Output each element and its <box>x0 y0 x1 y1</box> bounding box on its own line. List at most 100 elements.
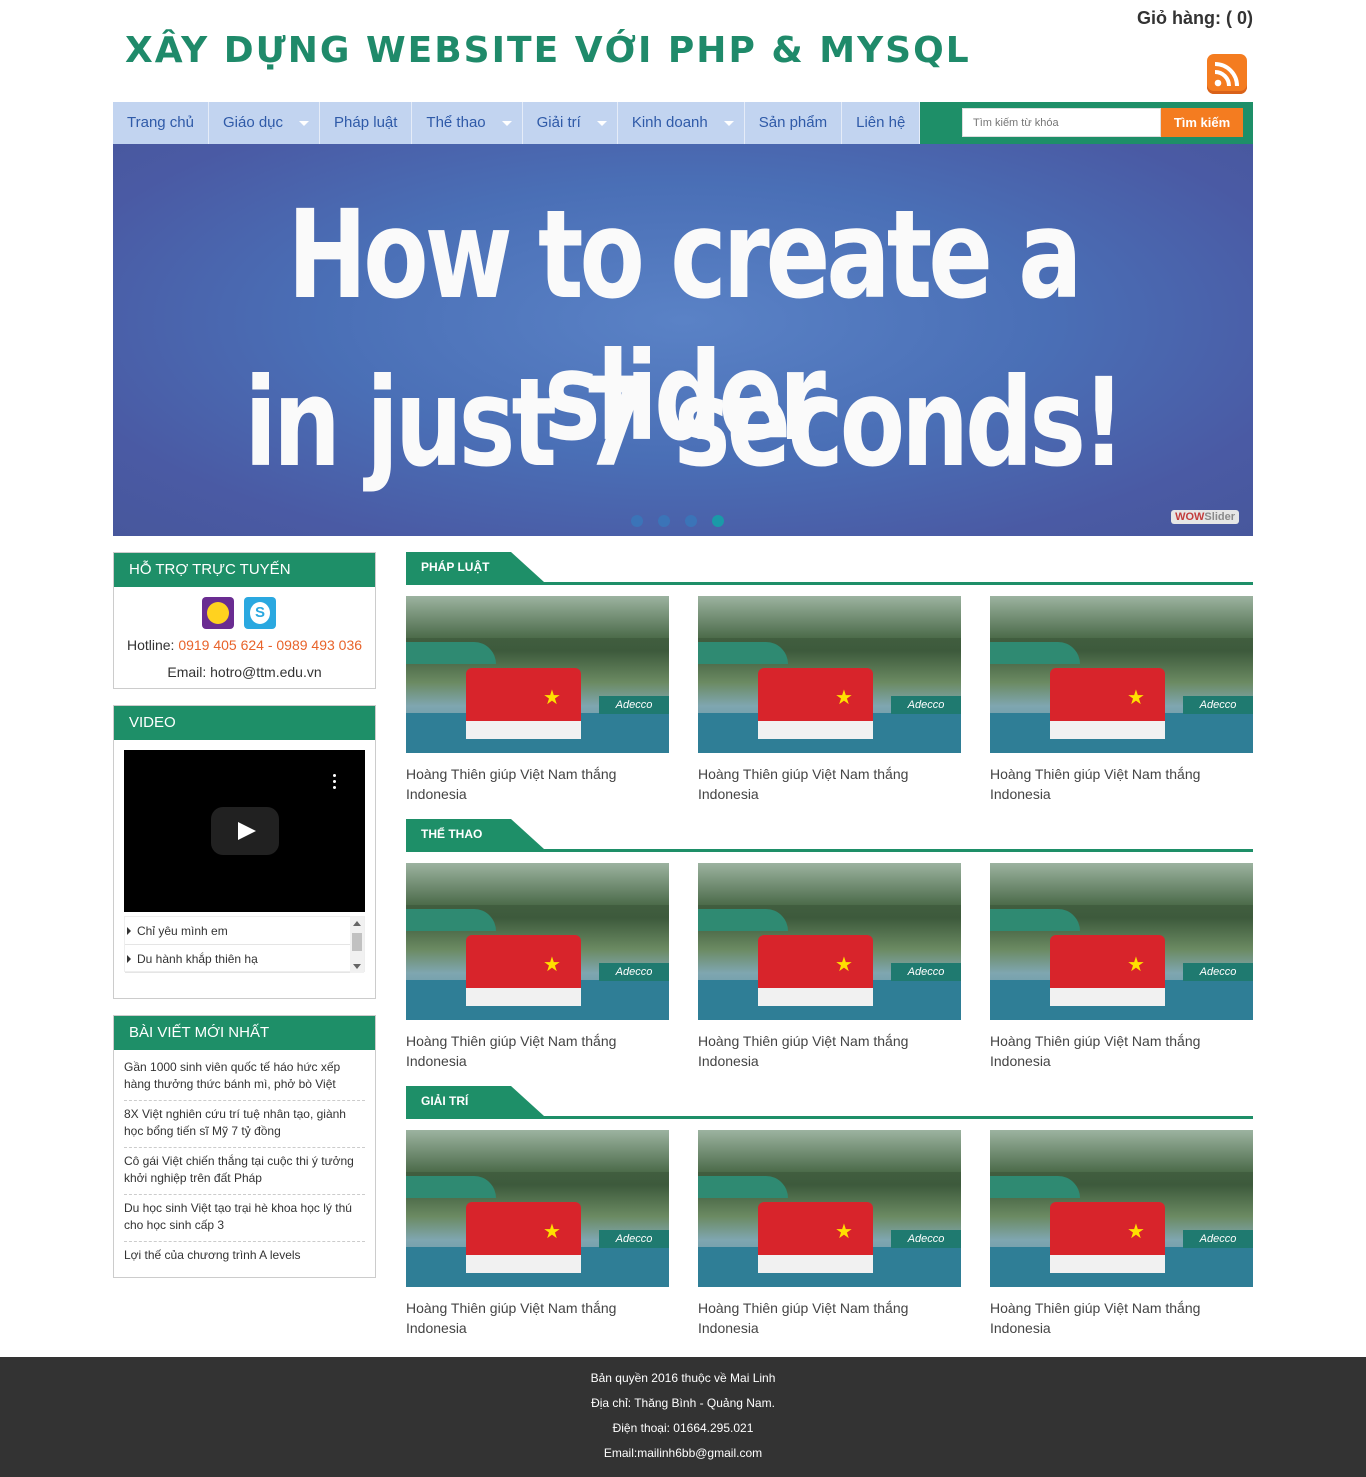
article-thumbnail[interactable]: Adecco <box>698 1130 961 1287</box>
search-input[interactable] <box>962 108 1161 137</box>
section-header: THỂ THAO <box>406 819 1253 852</box>
article-title[interactable]: Hoàng Thiên giúp Việt Nam thắng Indonesi… <box>698 1298 961 1338</box>
card-row: Adecco Hoàng Thiên giúp Việt Nam thắng In… <box>406 1130 1253 1338</box>
nav-item-label: Trang chủ <box>127 114 194 131</box>
main-column: PHÁP LUẬT Adecco Hoàng Thiên giúp Việt Nam… <box>406 552 1253 1353</box>
thumbnail-banner: Adecco <box>599 963 669 981</box>
article-title[interactable]: Hoàng Thiên giúp Việt Nam thắng Indonesi… <box>406 1298 669 1338</box>
rss-icon[interactable] <box>1207 54 1247 94</box>
article-thumbnail[interactable]: Adecco <box>406 863 669 1020</box>
scroll-up-icon[interactable] <box>353 921 361 926</box>
flag-icon <box>820 1216 868 1250</box>
flag-icon <box>1112 682 1160 716</box>
play-icon[interactable] <box>211 807 279 855</box>
news-link[interactable]: Cô gái Việt chiến thắng tại cuộc thi ý t… <box>124 1148 365 1195</box>
section-title[interactable]: PHÁP LUẬT <box>406 552 544 582</box>
chevron-down-icon <box>299 121 310 126</box>
video-title: VIDEO <box>114 706 375 740</box>
article-title[interactable]: Hoàng Thiên giúp Việt Nam thắng Indonesi… <box>698 764 961 804</box>
footer-address: Địa chỉ: Thăng Bình - Quảng Nam. <box>591 1396 775 1410</box>
article-card[interactable]: Adecco Hoàng Thiên giúp Việt Nam thắng In… <box>698 863 961 1071</box>
card-row: Adecco Hoàng Thiên giúp Việt Nam thắng In… <box>406 596 1253 804</box>
article-thumbnail[interactable]: Adecco <box>698 596 961 753</box>
chevron-down-icon <box>723 121 734 126</box>
article-title[interactable]: Hoàng Thiên giúp Việt Nam thắng Indonesi… <box>698 1031 961 1071</box>
nav-item[interactable]: Pháp luật <box>320 102 413 144</box>
article-thumbnail[interactable]: Adecco <box>990 863 1253 1020</box>
news-link[interactable]: 8X Việt nghiên cứu trí tuệ nhân tạo, già… <box>124 1101 365 1148</box>
article-card[interactable]: Adecco Hoàng Thiên giúp Việt Nam thắng In… <box>406 863 669 1071</box>
search-form: Tìm kiếm <box>962 108 1243 137</box>
news-link[interactable]: Du học sinh Việt tạo trại hè khoa học lý… <box>124 1195 365 1242</box>
article-title[interactable]: Hoàng Thiên giúp Việt Nam thắng Indonesi… <box>406 764 669 804</box>
video-box: VIDEO Chỉ yêu mình em Du hành khắp thiên… <box>113 705 376 999</box>
thumbnail-banner: Adecco <box>891 696 961 714</box>
news-link[interactable]: Lợi thế của chương trình A levels <box>124 1242 365 1271</box>
im-icons <box>202 597 276 629</box>
flag-icon <box>528 949 576 983</box>
video-player[interactable] <box>124 750 365 912</box>
scroll-thumb[interactable] <box>352 933 362 951</box>
flag-icon <box>528 1216 576 1250</box>
nav-item[interactable]: Kinh doanh <box>617 102 745 144</box>
article-title[interactable]: Hoàng Thiên giúp Việt Nam thắng Indonesi… <box>990 764 1253 804</box>
latest-news-title: BÀI VIẾT MỚI NHẤT <box>114 1016 375 1050</box>
article-title[interactable]: Hoàng Thiên giúp Việt Nam thắng Indonesi… <box>406 1031 669 1071</box>
video-list: Chỉ yêu mình em Du hành khắp thiên hạ <box>124 916 365 973</box>
chevron-down-icon <box>596 121 607 126</box>
article-card[interactable]: Adecco Hoàng Thiên giúp Việt Nam thắng In… <box>698 596 961 804</box>
flag-icon <box>820 949 868 983</box>
nav-item[interactable]: Thể thao <box>412 102 523 144</box>
nav-item[interactable]: Giải trí <box>522 102 618 144</box>
section-title[interactable]: GIẢI TRÍ <box>406 1086 544 1116</box>
card-row: Adecco Hoàng Thiên giúp Việt Nam thắng In… <box>406 863 1253 1071</box>
article-card[interactable]: Adecco Hoàng Thiên giúp Việt Nam thắng In… <box>990 863 1253 1071</box>
video-list-scrollbar[interactable] <box>350 917 364 973</box>
scroll-down-icon[interactable] <box>353 964 361 969</box>
cart-link[interactable]: Giỏ hàng: ( 0) <box>1137 8 1253 29</box>
section-header: PHÁP LUẬT <box>406 552 1253 585</box>
article-thumbnail[interactable]: Adecco <box>406 1130 669 1287</box>
slider-dot-active[interactable] <box>712 515 724 527</box>
nav-item-label: Sản phẩm <box>758 114 828 131</box>
section-title[interactable]: THỂ THAO <box>406 819 544 849</box>
slider-dot[interactable] <box>685 515 697 527</box>
article-card[interactable]: Adecco Hoàng Thiên giúp Việt Nam thắng In… <box>406 1130 669 1338</box>
category-section: THỂ THAO Adecco Hoàng Thiên giúp Việt Nam … <box>406 819 1253 1086</box>
nav-item[interactable]: Liên hệ <box>842 102 921 144</box>
footer-email: Email:mailinh6bb@gmail.com <box>603 1446 763 1460</box>
skype-icon[interactable] <box>244 597 276 629</box>
thumbnail-banner: Adecco <box>1183 1230 1253 1248</box>
search-button[interactable]: Tìm kiếm <box>1161 108 1243 137</box>
slider-dot[interactable] <box>658 515 670 527</box>
article-thumbnail[interactable]: Adecco <box>406 596 669 753</box>
slider-dot[interactable] <box>631 515 643 527</box>
yahoo-messenger-icon[interactable] <box>202 597 234 629</box>
hotline-label: Hotline: <box>126 637 179 653</box>
news-link[interactable]: Gần 1000 sinh viên quốc tế háo hức xếp h… <box>124 1054 365 1101</box>
hotline: Hotline: 0919 405 624 - 0989 493 036 <box>114 637 375 653</box>
slider-caption-line2: in just 7 seconds! <box>244 352 1125 494</box>
article-title[interactable]: Hoàng Thiên giúp Việt Nam thắng Indonesi… <box>990 1031 1253 1071</box>
nav-item[interactable]: Giáo dục <box>208 102 321 144</box>
wowslider-logo-b: Slider <box>1204 511 1235 523</box>
article-title[interactable]: Hoàng Thiên giúp Việt Nam thắng Indonesi… <box>990 1298 1253 1338</box>
nav-item[interactable]: Trang chủ <box>113 102 209 144</box>
footer: Bản quyền 2016 thuộc về Mai Linh Địa chỉ… <box>0 1357 1366 1477</box>
video-list-item[interactable]: Du hành khắp thiên hạ <box>125 945 351 973</box>
article-thumbnail[interactable]: Adecco <box>990 1130 1253 1287</box>
video-list-item[interactable]: Chỉ yêu mình em <box>125 917 351 945</box>
flag-icon <box>820 682 868 716</box>
slider-dots <box>631 515 724 527</box>
article-card[interactable]: Adecco Hoàng Thiên giúp Việt Nam thắng In… <box>406 596 669 804</box>
article-card[interactable]: Adecco Hoàng Thiên giúp Việt Nam thắng In… <box>990 596 1253 804</box>
article-card[interactable]: Adecco Hoàng Thiên giúp Việt Nam thắng In… <box>698 1130 961 1338</box>
site-title[interactable]: XÂY DỰNG WEBSITE VỚI PHP & MYSQL <box>125 30 971 71</box>
wowslider-logo[interactable]: WOWSlider <box>1171 510 1239 524</box>
article-thumbnail[interactable]: Adecco <box>990 596 1253 753</box>
article-card[interactable]: Adecco Hoàng Thiên giúp Việt Nam thắng In… <box>990 1130 1253 1338</box>
nav-item[interactable]: Sản phẩm <box>744 102 843 144</box>
more-options-icon[interactable] <box>333 774 337 790</box>
article-thumbnail[interactable]: Adecco <box>698 863 961 1020</box>
hero-slider[interactable]: How to create a slider in just 7 seconds… <box>113 144 1253 536</box>
